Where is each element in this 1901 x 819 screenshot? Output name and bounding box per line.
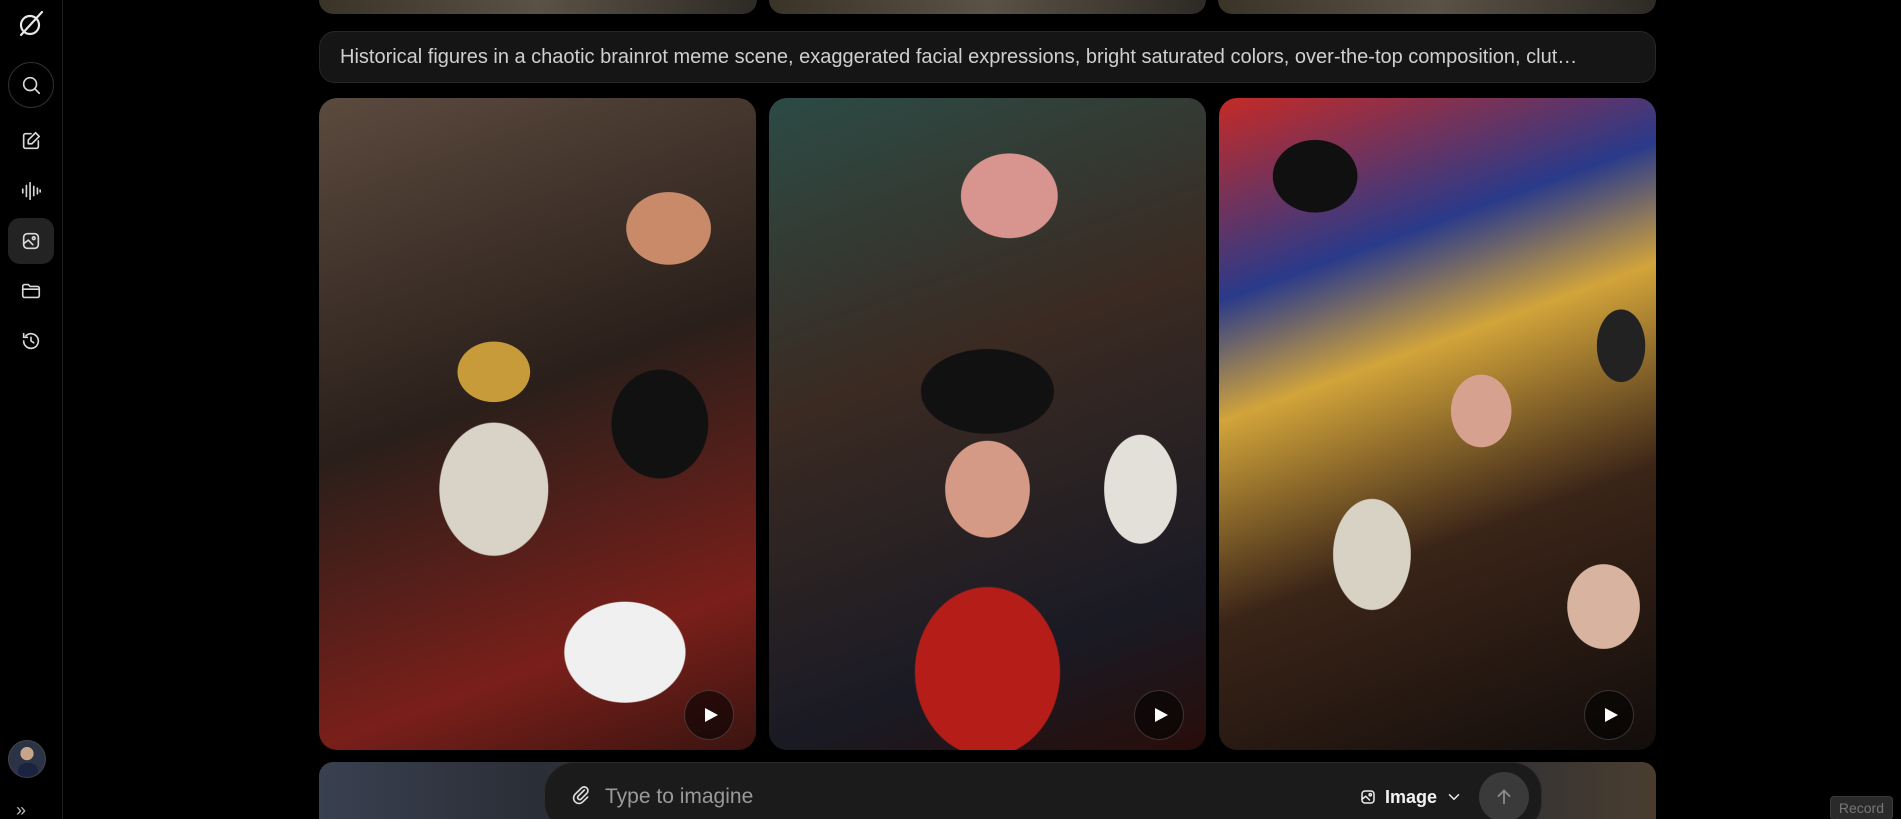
new-chat-button[interactable] xyxy=(8,118,54,164)
search-icon xyxy=(22,76,41,95)
waveform-icon xyxy=(21,181,41,201)
edit-icon xyxy=(22,131,41,150)
user-avatar[interactable] xyxy=(8,740,46,778)
image-sparkle-icon xyxy=(22,232,40,250)
prompt-text: Historical figures in a chaotic brainrot… xyxy=(340,45,1578,68)
image-sparkle-icon xyxy=(1361,790,1375,804)
folder-icon xyxy=(21,283,41,299)
previous-tile[interactable] xyxy=(319,0,757,14)
arrow-up-icon xyxy=(1497,789,1511,805)
prompt-display[interactable]: Historical figures in a chaotic brainrot… xyxy=(319,31,1656,83)
generated-image-1[interactable] xyxy=(319,98,756,750)
previous-tile[interactable] xyxy=(1218,0,1657,14)
voice-button[interactable] xyxy=(8,168,54,214)
paperclip-icon xyxy=(572,785,589,804)
record-button[interactable]: Record xyxy=(1829,796,1893,819)
history-button[interactable] xyxy=(8,318,54,364)
mode-selector[interactable]: Image xyxy=(1359,787,1463,808)
grok-logo-icon[interactable] xyxy=(11,4,51,44)
history-icon xyxy=(22,332,40,350)
play-button[interactable] xyxy=(684,690,734,740)
play-icon xyxy=(1604,708,1618,722)
sidebar: » xyxy=(0,0,63,819)
previous-generation-strip xyxy=(319,0,1657,14)
play-icon xyxy=(704,708,718,722)
composer-bar: Image xyxy=(544,762,1542,819)
play-icon xyxy=(1154,708,1168,722)
chevron-down-icon xyxy=(1448,794,1460,800)
play-button[interactable] xyxy=(1134,690,1184,740)
mode-label: Image xyxy=(1384,786,1437,807)
play-button[interactable] xyxy=(1584,690,1634,740)
search-button[interactable] xyxy=(8,62,54,108)
attach-button[interactable] xyxy=(571,785,591,810)
generated-image-2[interactable] xyxy=(769,98,1206,750)
imagine-input[interactable] xyxy=(605,785,1359,809)
expand-sidebar-icon[interactable]: » xyxy=(16,800,26,819)
projects-button[interactable] xyxy=(8,268,54,314)
imagine-button[interactable] xyxy=(8,218,54,264)
generated-image-grid xyxy=(319,98,1656,750)
submit-button[interactable] xyxy=(1479,772,1529,819)
previous-tile[interactable] xyxy=(768,0,1207,14)
generated-image-3[interactable] xyxy=(1219,98,1656,750)
